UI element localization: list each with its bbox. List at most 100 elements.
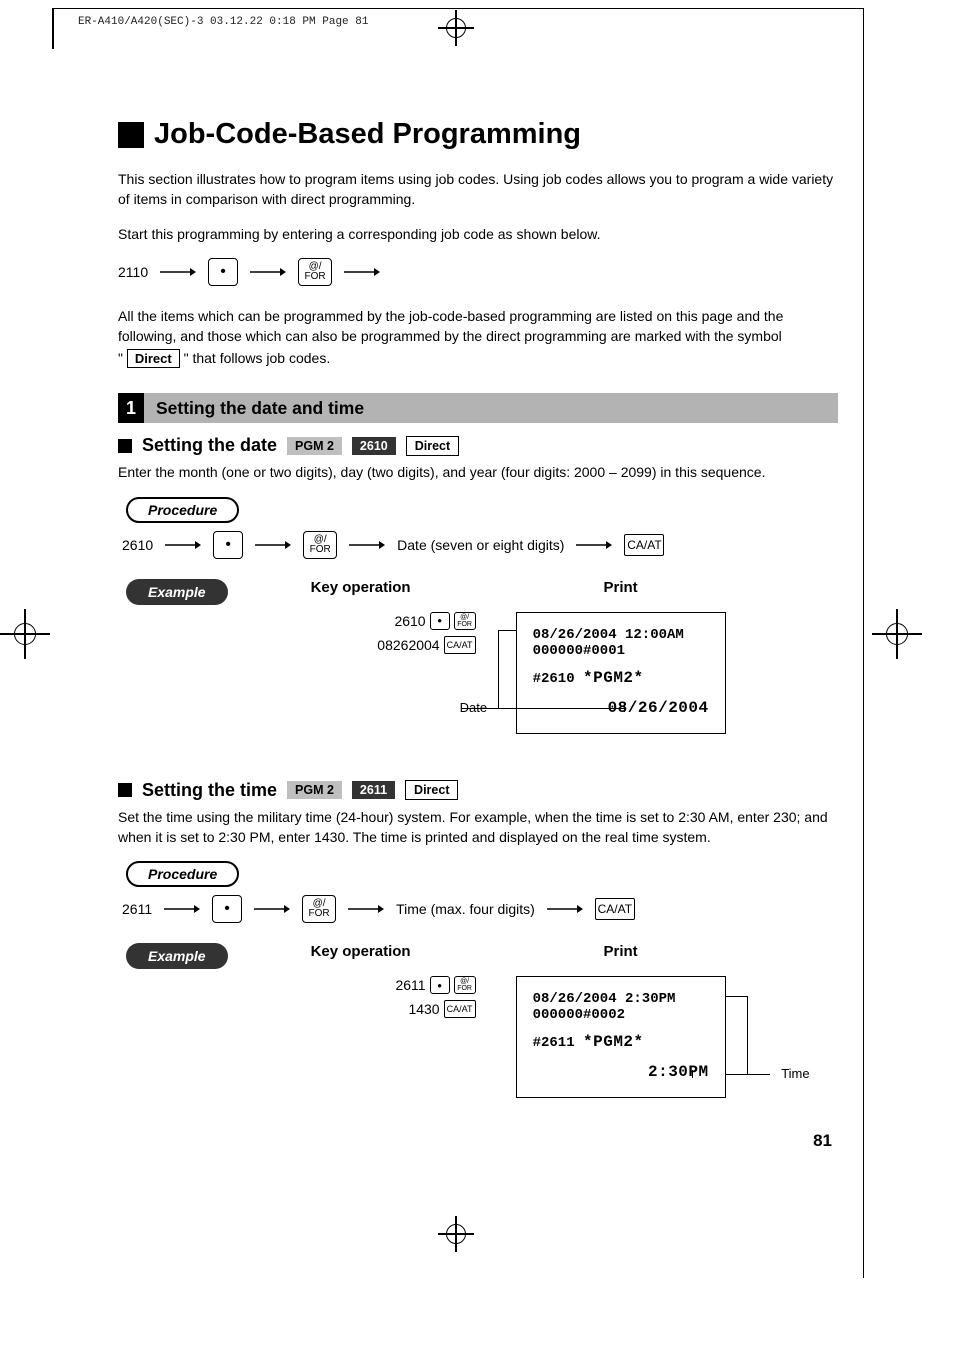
procedure-pill: Procedure <box>126 861 239 887</box>
dot-key-small: • <box>430 976 450 994</box>
registration-mark-left <box>0 609 50 659</box>
registration-mark-bottom <box>438 1216 474 1252</box>
time-example-column-headers: Key operation Print <box>246 943 838 960</box>
arrow-right-icon <box>344 267 380 277</box>
at-for-key-bot: FOR <box>457 985 472 992</box>
receipt-line-1: 08/26/2004 12:00AM <box>533 627 709 643</box>
key-code-text: 2611 <box>395 977 425 993</box>
example-pill: Example <box>126 579 228 605</box>
date-receipt-block: 08/26/2004 12:00AM 000000#0001 #2610 *PG… <box>516 612 726 734</box>
arrow-right-icon <box>164 904 200 914</box>
section-1-bar: 1 Setting the date and time <box>118 393 838 423</box>
dot-key-small: • <box>430 612 450 630</box>
seq-mid-text: Date (seven or eight digits) <box>397 537 564 553</box>
date-key-operations: 2610 • @/ FOR 08262004 CA/AT <box>246 612 476 654</box>
intro-paragraph-3b: " that follows job codes. <box>184 350 331 366</box>
time-receipt-block: 08/26/2004 2:30PM 000000#0002 #2611 *PGM… <box>516 976 726 1098</box>
arrow-right-icon <box>576 540 612 550</box>
date-receipt: 08/26/2004 12:00AM 000000#0001 #2610 *PG… <box>516 612 726 734</box>
arrow-right-icon <box>547 904 583 914</box>
caat-key: CA/AT <box>624 534 664 556</box>
key-line-2: 08262004 CA/AT <box>377 636 475 654</box>
intro-paragraph-2: Start this programming by entering a cor… <box>118 224 838 244</box>
receipt-jobcode: #2611 <box>533 1035 583 1051</box>
receipt-line-2: 000000#0001 <box>533 643 709 659</box>
key-code-text: 08262004 <box>377 637 439 653</box>
caat-key: CA/AT <box>595 898 635 920</box>
section-title: Setting the date and time <box>144 393 838 423</box>
receipt-line-3: #2611 *PGM2* <box>533 1033 709 1051</box>
dot-key: • <box>213 531 243 559</box>
intro-paragraph-1: This section illustrates how to program … <box>118 169 838 210</box>
caat-key-small: CA/AT <box>444 1000 476 1018</box>
at-for-key-bot: FOR <box>457 621 472 628</box>
at-for-key-small: @/ FOR <box>454 976 476 994</box>
receipt-jobcode: #2610 <box>533 671 583 687</box>
dot-key: • <box>208 258 238 286</box>
at-for-key-bot: FOR <box>310 545 331 555</box>
arrow-right-icon <box>160 267 196 277</box>
arrow-right-icon <box>255 540 291 550</box>
at-for-key-small: @/ FOR <box>454 612 476 630</box>
main-title-row: Job-Code-Based Programming <box>118 118 838 151</box>
intro-paragraph-3b-row: " Direct " that follows job codes. <box>118 348 838 369</box>
print-header: Print <box>476 579 766 596</box>
time-procedure-label-row: Procedure <box>126 861 838 887</box>
arrow-right-icon <box>165 540 201 550</box>
arrow-right-icon <box>348 904 384 914</box>
chip-pgm2: PGM 2 <box>287 437 342 455</box>
date-subheading: Setting the date <box>142 435 277 456</box>
receipt-pgm2: *PGM2* <box>583 669 644 687</box>
seq-mid-text: Time (max. four digits) <box>396 901 535 917</box>
receipt-line-4: 2:30PM <box>533 1063 709 1081</box>
page-title: Job-Code-Based Programming <box>154 118 581 151</box>
time-receipt: 08/26/2004 2:30PM 000000#0002 #2611 *PGM… <box>516 976 726 1098</box>
time-explanation: Set the time using the military time (24… <box>118 807 838 848</box>
intro-paragraph-3a: All the items which can be programmed by… <box>118 306 838 347</box>
section-number: 1 <box>118 393 144 423</box>
page-content: Job-Code-Based Programming This section … <box>118 118 838 1104</box>
direct-label-box: Direct <box>127 349 180 368</box>
title-square-icon <box>118 122 144 148</box>
key-line-1: 2610 • @/ FOR <box>394 612 475 630</box>
date-example-row: Example Key operation Print 2610 • @/ FO… <box>126 579 838 734</box>
subheading-square-icon <box>118 783 132 797</box>
chip-code-2611: 2611 <box>352 781 395 799</box>
receipt-line-1: 08/26/2004 2:30PM <box>533 991 709 1007</box>
open-quote: " <box>118 350 127 366</box>
dot-key: • <box>212 895 242 923</box>
print-run-header: ER-A410/A420(SEC)-3 03.12.22 0:18 PM Pag… <box>78 16 368 28</box>
at-for-key-top: @/ <box>460 614 469 621</box>
time-key-operations: 2611 • @/ FOR 1430 CA/AT <box>246 976 476 1018</box>
seq-code: 2110 <box>118 264 148 280</box>
key-code-text: 1430 <box>408 1001 439 1017</box>
time-callout-label: Time <box>781 1066 809 1081</box>
at-for-key: @/ FOR <box>298 258 332 286</box>
date-subheading-row: Setting the date PGM 2 2610 Direct <box>118 435 838 456</box>
seq-code: 2611 <box>122 901 152 917</box>
time-procedure-sequence: 2611 • @/ FOR Time (max. four digits) CA… <box>122 895 838 923</box>
date-explanation: Enter the month (one or two digits), day… <box>118 462 838 482</box>
print-header: Print <box>476 943 766 960</box>
top-key-sequence: 2110 • @/ FOR <box>118 258 838 286</box>
chip-pgm2: PGM 2 <box>287 781 342 799</box>
time-example-row: Example Key operation Print 2611 • @/ FO… <box>126 943 838 1098</box>
example-pill: Example <box>126 943 228 969</box>
at-for-key: @/ FOR <box>302 895 336 923</box>
time-subheading-row: Setting the time PGM 2 2611 Direct <box>118 780 838 801</box>
arrow-right-icon <box>254 904 290 914</box>
at-for-key-top: @/ <box>460 978 469 985</box>
key-operation-header: Key operation <box>246 943 476 960</box>
procedure-pill: Procedure <box>126 497 239 523</box>
subheading-square-icon <box>118 439 132 453</box>
at-for-key-bot: FOR <box>305 272 326 282</box>
key-line-2: 1430 CA/AT <box>408 1000 475 1018</box>
time-subheading: Setting the time <box>142 780 277 801</box>
page-number: 81 <box>813 1131 832 1151</box>
seq-code: 2610 <box>122 537 153 553</box>
registration-mark-right <box>872 609 922 659</box>
at-for-key-bot: FOR <box>309 909 330 919</box>
arrow-right-icon <box>250 267 286 277</box>
arrow-right-icon <box>349 540 385 550</box>
receipt-pgm2: *PGM2* <box>583 1033 644 1051</box>
